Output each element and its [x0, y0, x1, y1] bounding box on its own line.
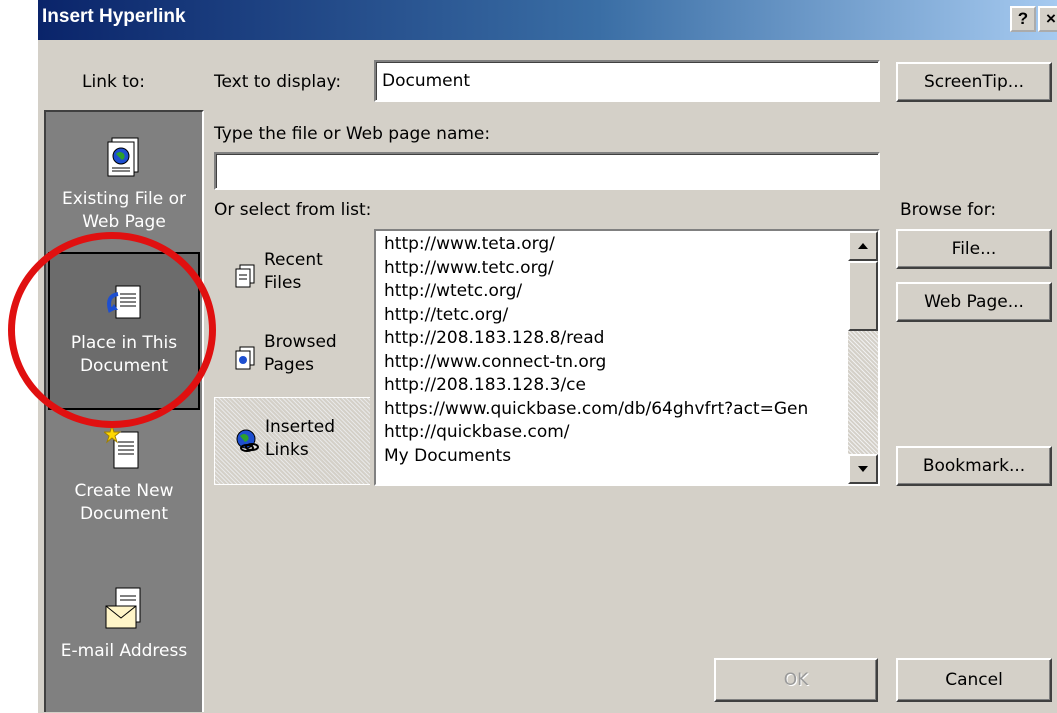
- place-email-label: E-mail Address: [60, 641, 188, 661]
- existing-file-icon: [107, 137, 139, 177]
- tab-browsed-pages[interactable]: Browsed Pages: [214, 319, 370, 397]
- arrow-down-icon: [858, 466, 868, 472]
- list-item[interactable]: https://www.quickbase.com/db/64ghvfrt?ac…: [384, 398, 848, 422]
- arrow-up-icon: [858, 243, 868, 249]
- text-to-display-label: Text to display:: [214, 72, 342, 92]
- list-item[interactable]: http://wtetc.org/: [384, 280, 848, 304]
- list-item[interactable]: http://quickbase.com/: [384, 421, 848, 445]
- browse-for-label: Browse for:: [900, 200, 997, 220]
- filename-label: Type the file or Web page name:: [214, 124, 491, 144]
- tab-recent-label-2: Files: [264, 273, 302, 293]
- browsed-pages-icon: [235, 346, 255, 370]
- screentip-button[interactable]: ScreenTip...: [896, 62, 1052, 102]
- place-create-new-document[interactable]: Create New Document: [48, 424, 200, 554]
- place-existing-file[interactable]: Existing File or Web Page: [48, 134, 200, 260]
- link-source-tabs: Recent Files Browsed Pages Inserted Link…: [214, 229, 370, 486]
- scroll-up-button[interactable]: [848, 231, 878, 261]
- select-list-label: Or select from list:: [214, 200, 372, 220]
- place-in-document-label-2: Document: [79, 356, 169, 376]
- tab-recent-files[interactable]: Recent Files: [214, 237, 370, 315]
- browse-web-page-button[interactable]: Web Page...: [896, 282, 1052, 322]
- recent-files-icon: [235, 264, 255, 288]
- place-email-address[interactable]: E-mail Address: [48, 584, 200, 704]
- help-button[interactable]: ?: [1010, 6, 1036, 32]
- list-item[interactable]: My Documents: [384, 445, 848, 469]
- ok-button[interactable]: OK: [714, 658, 878, 702]
- create-document-icon: [104, 424, 139, 469]
- close-button[interactable]: ×: [1038, 6, 1057, 32]
- tab-browsed-label-2: Pages: [264, 355, 315, 375]
- window-title: Insert Hyperlink: [42, 6, 186, 27]
- tab-browsed-label: Browsed: [264, 332, 337, 352]
- place-in-document-label: Place in This: [70, 333, 178, 353]
- cancel-button[interactable]: Cancel: [896, 658, 1052, 702]
- place-in-this-document[interactable]: Place in This Document: [48, 252, 200, 410]
- email-icon: [105, 587, 141, 629]
- tab-inserted-label: Inserted: [265, 417, 336, 437]
- places-bar: Existing File or Web Page Place in This …: [44, 110, 204, 712]
- list-item[interactable]: http://www.teta.org/: [384, 233, 848, 257]
- text-to-display-input[interactable]: [374, 60, 880, 102]
- list-item[interactable]: http://208.183.128.8/read: [384, 327, 848, 351]
- list-item[interactable]: http://www.tetc.org/: [384, 257, 848, 281]
- place-create-document-label-2: Document: [79, 504, 169, 524]
- list-item[interactable]: http://tetc.org/: [384, 304, 848, 328]
- place-existing-file-label: Existing File or: [62, 189, 186, 209]
- place-existing-file-label-2: Web Page: [82, 212, 166, 232]
- link-to-label: Link to:: [82, 72, 146, 92]
- place-create-document-label: Create New: [74, 481, 174, 501]
- list-item[interactable]: http://208.183.128.3/ce: [384, 374, 848, 398]
- address-input[interactable]: [214, 152, 880, 190]
- scroll-down-button[interactable]: [848, 454, 878, 484]
- place-in-document-icon: [107, 285, 141, 319]
- scroll-thumb[interactable]: [848, 261, 878, 331]
- title-bar: Insert Hyperlink ? ×: [38, 0, 1057, 40]
- bookmark-button[interactable]: Bookmark...: [896, 446, 1052, 486]
- tab-recent-label: Recent: [264, 250, 323, 270]
- links-listbox[interactable]: http://www.teta.org/ http://www.tetc.org…: [374, 229, 880, 486]
- tab-inserted-links[interactable]: Inserted Links: [214, 397, 370, 485]
- tab-inserted-label-2: Links: [265, 440, 309, 460]
- list-scrollbar[interactable]: [848, 231, 878, 484]
- list-item[interactable]: http://www.connect-tn.org: [384, 351, 848, 375]
- browse-file-button[interactable]: File...: [896, 229, 1052, 269]
- links-list: http://www.teta.org/ http://www.tetc.org…: [384, 233, 848, 468]
- inserted-links-icon: [236, 429, 259, 452]
